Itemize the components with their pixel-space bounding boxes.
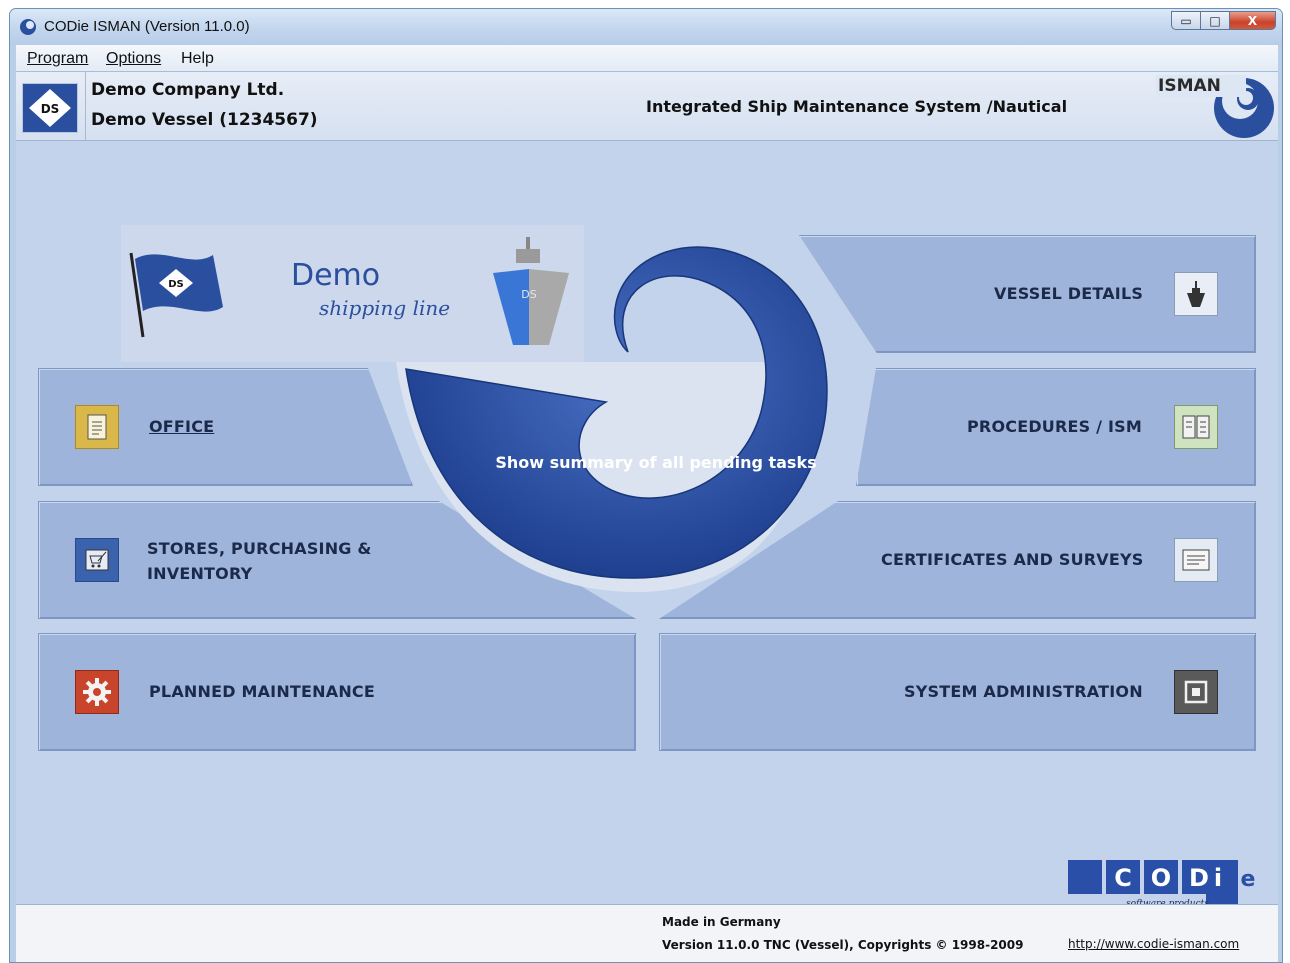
certificate-icon bbox=[1174, 538, 1218, 582]
minimize-button[interactable]: ▭ bbox=[1171, 11, 1200, 30]
procedures-tile[interactable]: PROCEDURES / ISM bbox=[856, 368, 1256, 486]
admin-icon bbox=[1174, 670, 1218, 714]
system-name: Integrated Ship Maintenance System /Naut… bbox=[646, 97, 1068, 116]
menu-bar: Program Options Help bbox=[16, 45, 1278, 72]
isman-logo: ISMAN bbox=[1156, 75, 1274, 138]
flag-text: DS bbox=[168, 279, 184, 290]
close-button[interactable]: X bbox=[1229, 11, 1276, 30]
office-label: OFFICE bbox=[149, 417, 215, 436]
minimize-icon: ▭ bbox=[1180, 13, 1192, 28]
isman-logo-text: ISMAN bbox=[1158, 76, 1221, 96]
svg-text:D: D bbox=[1189, 864, 1209, 892]
planned-maintenance-tile[interactable]: PLANNED MAINTENANCE bbox=[38, 633, 636, 751]
certificates-label: CERTIFICATES AND SURVEYS bbox=[881, 550, 1144, 569]
svg-text:C: C bbox=[1114, 864, 1132, 892]
pending-tasks-button[interactable]: Show summary of all pending tasks bbox=[366, 222, 866, 622]
application-window: CODie ISMAN (Version 11.0.0) ▭ □ X Progr… bbox=[9, 8, 1283, 963]
website-link[interactable]: http://www.codie-isman.com bbox=[1068, 937, 1239, 951]
planned-maintenance-label: PLANNED MAINTENANCE bbox=[149, 682, 375, 701]
book-icon bbox=[1174, 405, 1218, 449]
svg-text:e: e bbox=[1241, 867, 1256, 892]
vessel-details-tile[interactable]: VESSEL DETAILS bbox=[799, 235, 1256, 353]
stores-label-line1: STORES, PURCHASING & bbox=[147, 539, 372, 558]
client-area: DS Demo Company Ltd. Demo Vessel (123456… bbox=[16, 72, 1278, 962]
svg-text:i: i bbox=[1214, 864, 1222, 892]
menu-program[interactable]: Program bbox=[27, 50, 88, 68]
system-administration-label: SYSTEM ADMINISTRATION bbox=[904, 682, 1143, 701]
pending-tasks-label: Show summary of all pending tasks bbox=[495, 453, 816, 472]
status-footer: Made in Germany Version 11.0.0 TNC (Vess… bbox=[16, 904, 1278, 962]
version-text: Version 11.0.0 TNC (Vessel), Copyrights … bbox=[662, 938, 1024, 952]
header-bar: DS Demo Company Ltd. Demo Vessel (123456… bbox=[16, 72, 1278, 141]
maximize-button[interactable]: □ bbox=[1200, 11, 1229, 30]
app-icon bbox=[20, 19, 36, 35]
stores-label-line2: INVENTORY bbox=[147, 564, 253, 583]
svg-text:O: O bbox=[1151, 864, 1171, 892]
menu-help[interactable]: Help bbox=[181, 50, 214, 68]
company-logo-text: DS bbox=[41, 102, 60, 116]
office-tile[interactable]: OFFICE bbox=[38, 368, 413, 486]
close-icon: X bbox=[1247, 13, 1258, 28]
ship-icon bbox=[1174, 272, 1218, 316]
vessel-name: Demo Vessel (1234567) bbox=[91, 110, 318, 130]
company-name: Demo Company Ltd. bbox=[91, 80, 285, 100]
gear-icon bbox=[75, 670, 119, 714]
main-dashboard: DS Demo shipping line DS OFFICE STORES, … bbox=[16, 142, 1278, 932]
menu-options[interactable]: Options bbox=[106, 50, 161, 68]
vessel-details-label: VESSEL DETAILS bbox=[994, 284, 1144, 303]
cart-icon bbox=[75, 538, 119, 582]
document-icon bbox=[75, 405, 119, 449]
header-divider bbox=[85, 72, 86, 141]
window-controls: ▭ □ X bbox=[1171, 11, 1276, 30]
company-logo: DS bbox=[22, 83, 78, 133]
procedures-label: PROCEDURES / ISM bbox=[967, 417, 1142, 436]
title-bar[interactable]: CODie ISMAN (Version 11.0.0) ▭ □ X bbox=[10, 9, 1282, 45]
maximize-icon: □ bbox=[1209, 13, 1221, 28]
window-title: CODie ISMAN (Version 11.0.0) bbox=[44, 18, 250, 35]
made-in-text: Made in Germany bbox=[662, 915, 781, 929]
system-administration-tile[interactable]: SYSTEM ADMINISTRATION bbox=[659, 633, 1256, 751]
